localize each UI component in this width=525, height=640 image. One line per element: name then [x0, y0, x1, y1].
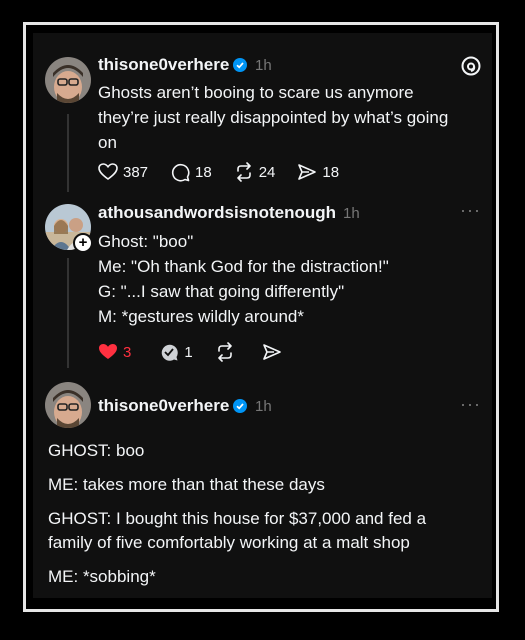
post-text-line: Me: "Oh thank God for the distraction!" — [98, 257, 389, 276]
send-icon — [298, 164, 317, 180]
username-text[interactable]: thisone0verhere — [98, 396, 229, 415]
post-time: 1h — [255, 57, 272, 74]
avatar-thisone0verhere[interactable] — [45, 382, 91, 428]
username-text[interactable]: thisone0verhere — [98, 55, 229, 74]
threads-logo-icon[interactable] — [460, 55, 482, 82]
heart-filled-icon — [99, 344, 117, 359]
repost-icon — [236, 162, 251, 182]
post-actions: 387 18 24 18 — [98, 162, 361, 182]
follow-plus-icon[interactable]: + — [73, 233, 93, 253]
avatar-thisone0verhere[interactable] — [45, 57, 91, 103]
post-username[interactable]: thisone0verhere — [98, 55, 248, 77]
like-count: 387 — [123, 163, 149, 181]
post-time: 1h — [343, 205, 360, 222]
share-count: 18 — [322, 163, 340, 181]
post-username[interactable]: thisone0verhere — [98, 396, 248, 418]
post-text-line: M: *gestures wildly around* — [98, 307, 304, 326]
verified-badge-icon — [233, 57, 248, 77]
post-body: Ghost: "boo" Me: "Oh thank God for the d… — [98, 229, 483, 329]
post-text-line: Ghosts aren’t booing to scare us anymore — [98, 83, 414, 102]
like-count: 3 — [123, 343, 132, 361]
post-text-line: they’re just really disappointed by what… — [98, 108, 449, 127]
thread-connector — [67, 258, 69, 368]
send-icon — [262, 344, 281, 360]
share-button[interactable] — [262, 342, 287, 362]
thread-connector — [67, 114, 69, 192]
reply-count: 1 — [184, 343, 193, 361]
repost-icon — [217, 342, 232, 362]
heart-icon — [98, 163, 118, 180]
comment-icon — [171, 163, 190, 182]
post-time: 1h — [255, 398, 272, 415]
reply-button[interactable]: 1 — [159, 342, 193, 362]
repost-button[interactable] — [215, 342, 240, 362]
comment-check-icon — [162, 344, 179, 361]
verified-badge-icon — [233, 398, 248, 418]
share-button[interactable]: 18 — [297, 162, 339, 182]
post-actions: 3 1 — [98, 342, 309, 362]
like-button[interactable]: 387 — [98, 163, 148, 181]
post-text-line: GHOST: I bought this house for $37,000 a… — [48, 509, 427, 528]
post-text-line: Ghost: "boo" — [98, 232, 194, 251]
repost-count: 24 — [258, 163, 276, 181]
repost-button[interactable]: 24 — [234, 162, 276, 182]
more-options-icon[interactable]: ··· — [460, 200, 481, 221]
post-text-line: on — [98, 133, 117, 152]
post-text-line: ME: *sobbing* — [48, 567, 156, 586]
post-text-line: GHOST: boo — [48, 441, 145, 460]
reply-count: 18 — [195, 163, 212, 181]
post-text-line: ME: takes more than that these days — [48, 475, 325, 494]
reply-button[interactable]: 18 — [170, 162, 212, 182]
like-button[interactable]: 3 — [98, 343, 131, 361]
post-username[interactable]: athousandwordsisnotenough — [98, 203, 336, 223]
post-text-line: family of five comfortably working at a … — [48, 533, 410, 552]
post-text-line: G: "...I saw that going differently" — [98, 282, 345, 301]
post-body: Ghosts aren’t booing to scare us anymore… — [98, 80, 483, 155]
more-options-icon[interactable]: ··· — [460, 394, 481, 415]
